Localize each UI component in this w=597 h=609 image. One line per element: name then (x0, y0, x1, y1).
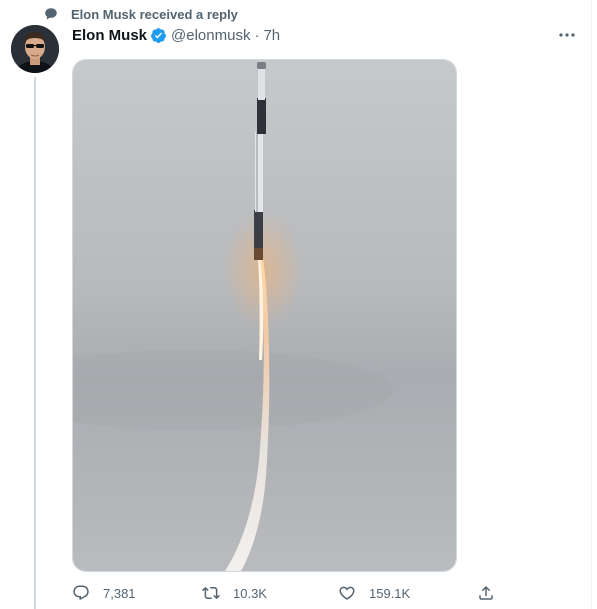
reply-count: 7,381 (103, 585, 136, 601)
like-count: 159.1K (369, 585, 411, 601)
author-handle[interactable]: @elonmusk (171, 27, 250, 44)
tweet-timestamp[interactable]: 7h (263, 27, 280, 44)
speech-bubble-icon (44, 7, 58, 21)
column-divider (591, 0, 592, 609)
social-context: Elon Musk received a reply (44, 5, 238, 23)
tweet-actions: 7,381 10.3K 159.1K (70, 583, 500, 603)
tweet-header: Elon Musk @elonmusk · 7h (72, 25, 280, 45)
heart-icon (338, 584, 356, 602)
social-context-text: Elon Musk received a reply (71, 6, 238, 22)
verified-badge-icon (150, 27, 167, 44)
thread-connector-line (34, 77, 36, 609)
retweet-icon (202, 584, 220, 602)
avatar[interactable] (11, 25, 59, 73)
share-icon (477, 584, 495, 602)
like-button[interactable]: 159.1K (338, 583, 410, 603)
reply-bubble-icon (72, 584, 90, 602)
author-name[interactable]: Elon Musk (72, 27, 147, 44)
share-button[interactable] (477, 583, 495, 603)
tweet-media-photo[interactable] (72, 59, 457, 572)
more-dots-icon (559, 33, 575, 37)
rocket-launch-image (73, 60, 456, 571)
retweet-button[interactable]: 10.3K (202, 583, 267, 603)
more-options-button[interactable] (556, 26, 578, 44)
reply-button[interactable]: 7,381 (72, 583, 136, 603)
separator-dot: · (254, 26, 260, 44)
retweet-count: 10.3K (233, 585, 267, 601)
